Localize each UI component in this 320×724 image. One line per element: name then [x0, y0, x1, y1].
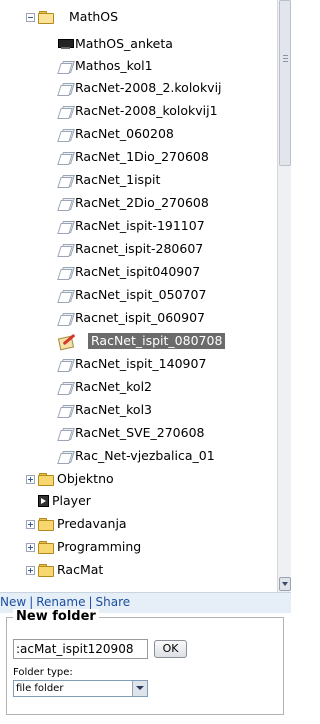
tree-item-label: RacNet_kol3 [75, 402, 153, 417]
tree-item-racnet-ispit-280607[interactable]: Racnet_ispit-280607 [57, 239, 204, 259]
chevron-down-icon[interactable] [132, 681, 147, 696]
new-folder-legend: New folder [13, 609, 99, 624]
tree-item-racnet-1ispit[interactable]: RacNet_1ispit [57, 170, 161, 190]
folder-icon [38, 541, 54, 554]
document-icon [57, 60, 75, 74]
document-icon [57, 358, 75, 372]
tree-item-label: Rac_Net-vjezbalica_01 [75, 448, 215, 463]
document-icon [57, 174, 75, 188]
tree-node-predavanja[interactable]: Predavanja [26, 514, 127, 534]
tree-node-player[interactable]: Player [38, 491, 91, 511]
player-icon [38, 494, 50, 508]
edit-document-icon [57, 333, 76, 351]
tree-item-racnet-ispit-140907[interactable]: RacNet_ispit_140907 [57, 354, 207, 374]
tree-item-racnet-ispit-050707[interactable]: RacNet_ispit_050707 [57, 285, 207, 305]
expand-icon[interactable] [26, 474, 35, 484]
document-icon [57, 105, 75, 119]
tree-item-label: RacNet-2008_2.kolokvij [75, 80, 222, 95]
new-link[interactable]: New [0, 595, 26, 609]
expand-icon[interactable] [26, 565, 35, 575]
tree-item-racnet-1dio-270608[interactable]: RacNet_1Dio_270608 [57, 147, 209, 167]
document-icon [57, 427, 75, 441]
document-icon [57, 266, 75, 280]
folder-type-value: file folder [16, 683, 64, 694]
tree-item-label: Mathos_kol1 [75, 58, 153, 73]
tree-node-objektno[interactable]: Objektno [26, 469, 114, 489]
tree-item-racnet-2008-2-kolokvij[interactable]: RacNet-2008_2.kolokvij [57, 78, 222, 98]
new-folder-form: New folder :acMat_ispit120908 OK Folder … [6, 609, 284, 715]
ok-button[interactable]: OK [154, 640, 187, 658]
folder-icon [38, 518, 54, 531]
document-icon [57, 450, 75, 464]
tree-item-label: RacNet_ispit_050707 [75, 287, 207, 302]
tree-item-label: RacNet_1ispit [75, 172, 161, 187]
tree-item-racnet-ispit040907[interactable]: RacNet_ispit040907 [57, 262, 201, 282]
tree-item-label: RacNet_kol2 [75, 379, 153, 394]
folder-type-select[interactable]: file folder [13, 680, 148, 697]
tree-item-racnet-sve-270608[interactable]: RacNet_SVE_270608 [57, 423, 205, 443]
document-icon [57, 220, 75, 234]
folder-icon [38, 564, 54, 577]
tree-node-label: Predavanja [57, 516, 127, 531]
document-icon [57, 151, 75, 165]
tree-item-label: RacNet_2Dio_270608 [75, 195, 209, 210]
tree-item-label: RacNet_1Dio_270608 [75, 149, 209, 164]
tree-node-label: Player [52, 493, 91, 508]
tree-node-label: Objektno [57, 471, 114, 486]
tree-item-racnet-ispit-191107[interactable]: RacNet_ispit-191107 [57, 216, 205, 236]
folder-tree-panel: MathOS MathOS_anketa Mathos_kol1 RacNet-… [0, 0, 291, 592]
tree-item-label: RacNet_ispit_140907 [75, 356, 207, 371]
tree-item-label: RacNet_SVE_270608 [75, 425, 205, 440]
document-icon [57, 243, 75, 257]
tree-item-mathos-kol1[interactable]: Mathos_kol1 [57, 56, 153, 76]
tree-item-racnet-kol2[interactable]: RacNet_kol2 [57, 377, 153, 397]
rename-link[interactable]: Rename [36, 595, 85, 609]
folder-type-label: Folder type: [13, 667, 73, 678]
tree-node-mathos[interactable]: MathOS [26, 7, 118, 27]
tree-node-label: Programming [57, 539, 142, 554]
open-folder-icon [38, 11, 54, 24]
tree-item-rac-net-vjezbalica-01[interactable]: Rac_Net-vjezbalica_01 [57, 446, 215, 466]
tree-item-label: RacNet_ispit_080708 [88, 333, 226, 349]
document-icon [57, 197, 75, 211]
share-link[interactable]: Share [96, 595, 131, 609]
tree-item-label: RacNet_ispit-191107 [75, 218, 205, 233]
tree-item-racnet-ispit-080708-selected[interactable]: RacNet_ispit_080708 [57, 331, 226, 351]
tree-item-racnet-kol3[interactable]: RacNet_kol3 [57, 400, 153, 420]
screen-icon [58, 38, 74, 50]
tree-item-mathos-anketa[interactable]: MathOS_anketa [58, 34, 173, 54]
document-icon [57, 381, 75, 395]
document-icon [57, 82, 75, 96]
tree-vertical-scrollbar[interactable] [277, 0, 291, 592]
scroll-down-arrow-icon[interactable] [279, 577, 291, 591]
collapse-icon[interactable] [26, 12, 35, 22]
tree-item-racnet-2dio-270608[interactable]: RacNet_2Dio_270608 [57, 193, 209, 213]
tree-item-label: RacNet-2008_kolokvij1 [75, 103, 218, 118]
document-icon [57, 404, 75, 418]
folder-icon [38, 473, 54, 486]
document-icon [57, 289, 75, 303]
tree-item-label: Racnet_ispit-280607 [75, 241, 204, 256]
tree-item-label: RacNet_060208 [75, 126, 174, 141]
tree-node-racmat[interactable]: RacMat [26, 560, 103, 580]
folder-name-input[interactable]: :acMat_ispit120908 [13, 639, 148, 659]
scrollbar-thumb[interactable] [279, 0, 291, 166]
tree-item-racnet-2008-kolokvij1[interactable]: RacNet-2008_kolokvij1 [57, 101, 218, 121]
tree-item-racnet-060208[interactable]: RacNet_060208 [57, 124, 174, 144]
tree-item-racnet-ispit-060907[interactable]: Racnet_ispit_060907 [57, 308, 205, 328]
tree-node-label: MathOS [69, 9, 119, 24]
expand-icon[interactable] [26, 542, 35, 552]
tree-item-label: RacNet_ispit040907 [75, 264, 201, 279]
document-icon [57, 312, 75, 326]
expand-icon[interactable] [26, 519, 35, 529]
separator: | [29, 595, 34, 609]
document-icon [57, 128, 75, 142]
tree-item-label: MathOS_anketa [75, 36, 173, 51]
separator: | [88, 595, 93, 609]
tree-item-label: Racnet_ispit_060907 [75, 310, 205, 325]
tree-node-programming[interactable]: Programming [26, 537, 141, 557]
tree-node-label: RacMat [57, 562, 104, 577]
